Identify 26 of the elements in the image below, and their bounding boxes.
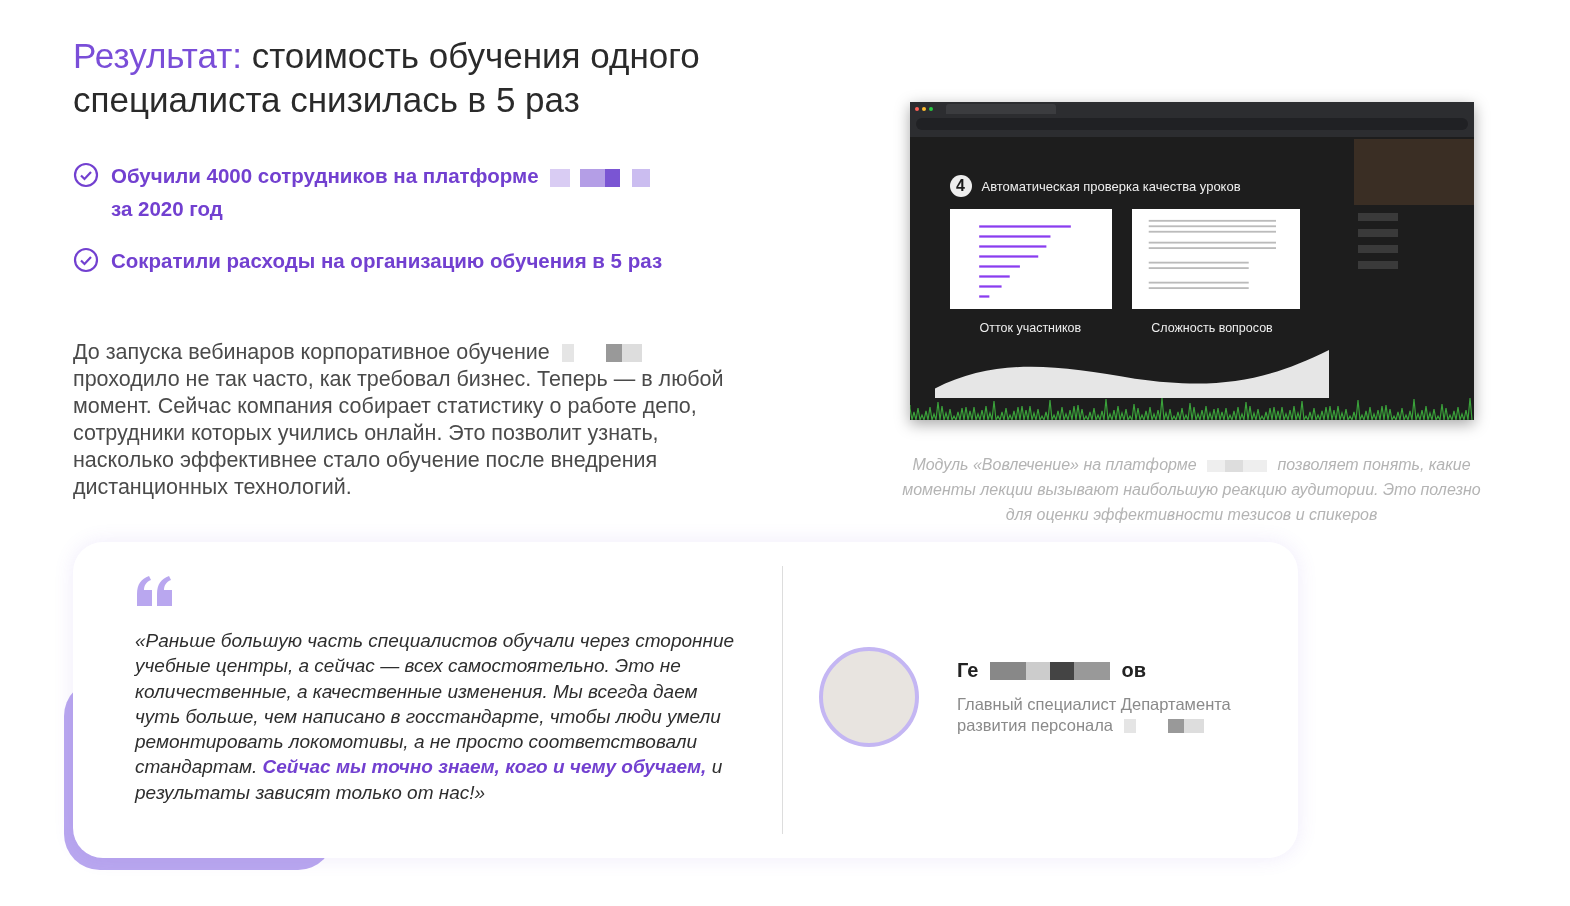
author-role: Главный специалист Департамента развития персонала bbox=[957, 693, 1232, 736]
check-circle-icon bbox=[73, 247, 99, 273]
page-heading: Результат: стоимость обучения одного специалиста снизилась в 5 раз bbox=[73, 35, 701, 121]
description-paragraph: До запуска вебинаров корпоративное обучение проходило не так часто, как требовал бизнес. Теперь — в любой момент. Сейчас компания собирает статистику о работе депо, сотрудники которых учились онлайн. Это позволит узнать, насколько эффективнее стало обучение после внедрения дистанционных технологий. bbox=[73, 339, 725, 501]
chart-bar bbox=[978, 255, 1038, 258]
slide-label: Отток участников bbox=[979, 321, 1082, 335]
chat-message bbox=[1357, 229, 1398, 237]
image-caption: Модуль «Вовлечение» на платформе позволяет понять, какие моменты лекции вызывают наибольшую реакцию аудитории. Это полезно для оценки эффективности тезисов и спикеров bbox=[901, 455, 1482, 525]
author-name: Ге ов bbox=[957, 658, 1148, 682]
chart-bar bbox=[978, 235, 1050, 238]
quote-text: «Раньше большую часть специалистов обучали через сторонние учебные центры, а сейчас — всех самостоятельно. Это не количественные, а качественные изменения. Мы всегда даем чуть больше, чем написано в госстандарте, чтобы люди умели ремонтировать локомотивы, а не просто соответствовали стандартам. Сейчас мы точно знаем, кого и чему обучаем, и результаты зависят только от нас!» bbox=[135, 629, 735, 805]
achievement-text: Обучили 4000 сотрудников на платформе за 2020 год bbox=[111, 159, 677, 225]
achievement-text: Сократили расходы на организацию обучения в 5 раз bbox=[111, 248, 664, 274]
chat-message bbox=[1357, 261, 1398, 269]
slide-number: 4 bbox=[949, 175, 972, 197]
chart-bar bbox=[978, 295, 989, 298]
chart-bar bbox=[978, 275, 1010, 278]
quote-mark-icon bbox=[135, 576, 175, 608]
chat-message bbox=[1357, 213, 1398, 221]
chart-bar bbox=[978, 265, 1020, 268]
check-circle-icon bbox=[73, 162, 99, 188]
slide-label: Сложность вопросов bbox=[1151, 321, 1273, 335]
chat-message bbox=[1357, 245, 1398, 253]
chart-bar bbox=[978, 245, 1046, 248]
slide-title: Автоматическая проверка качества уроков bbox=[981, 178, 1241, 194]
chart-bar bbox=[978, 285, 1002, 288]
